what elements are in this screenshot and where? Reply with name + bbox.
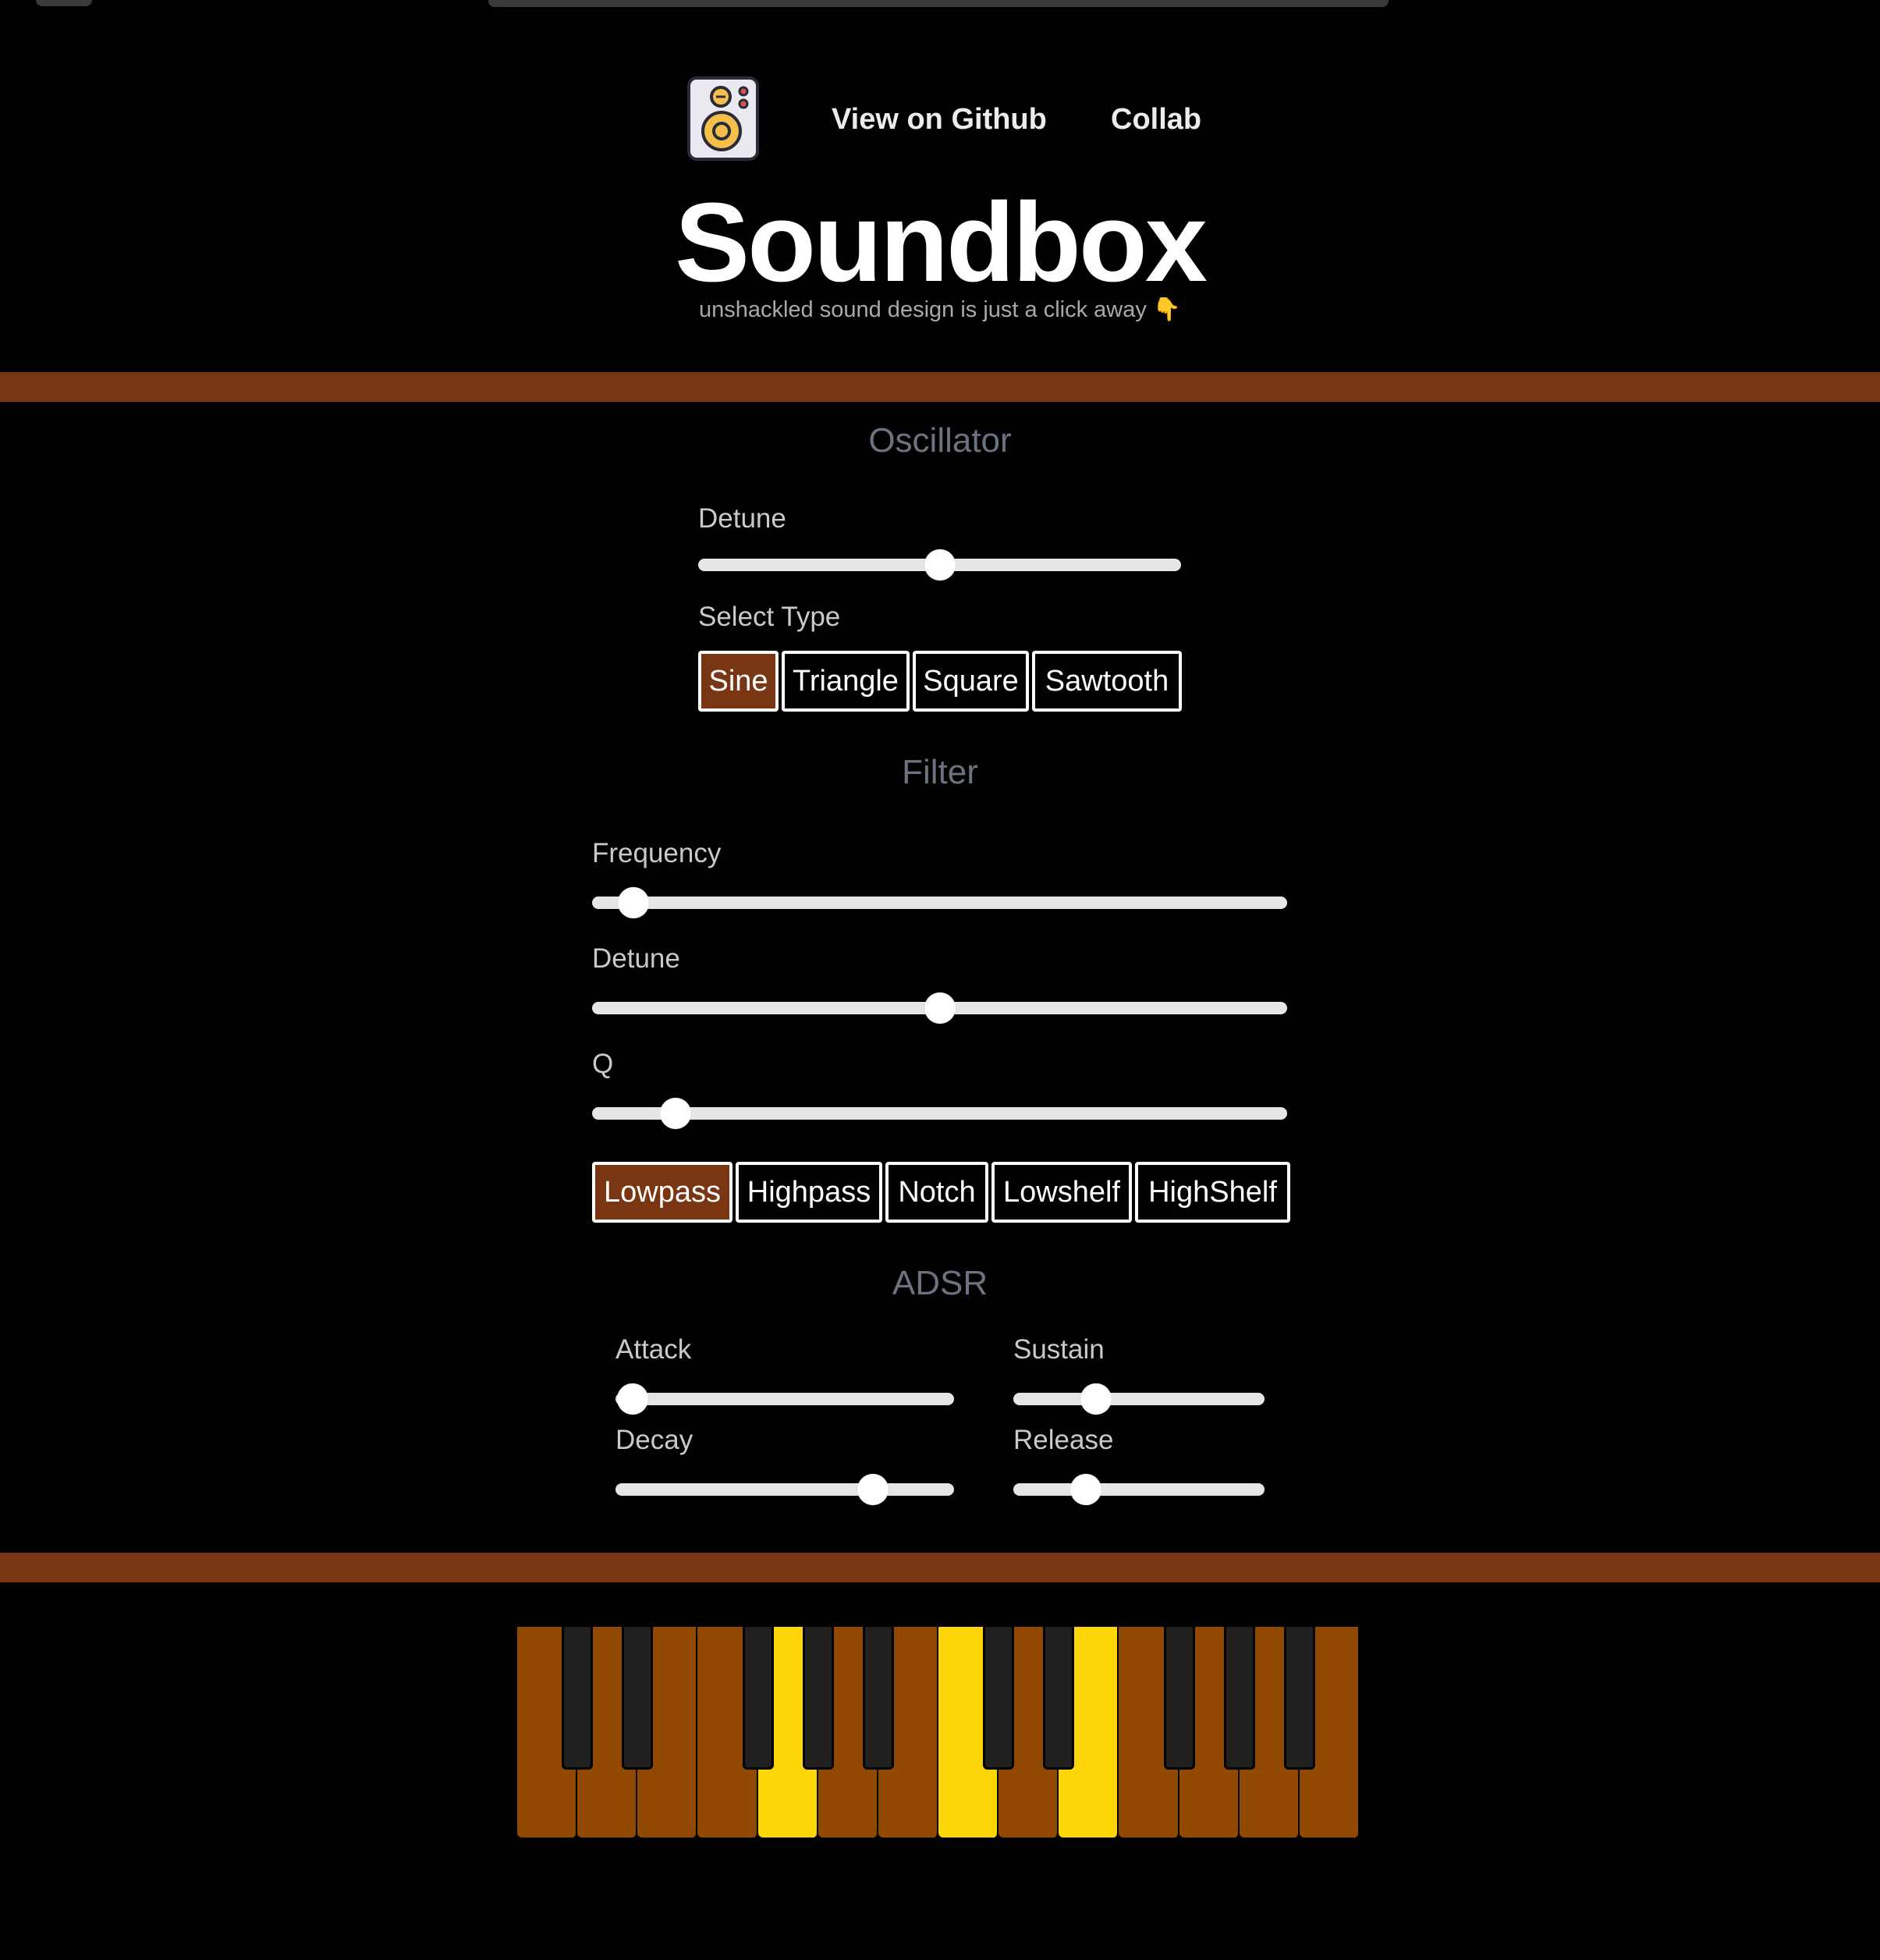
osc-type-sine-button[interactable]: Sine xyxy=(698,651,779,712)
filter-frequency-label: Frequency xyxy=(592,838,722,868)
slider-thumb[interactable] xyxy=(1080,1383,1112,1415)
slider-thumb[interactable] xyxy=(618,887,650,918)
filter-type-lowpass-button[interactable]: Lowpass xyxy=(592,1162,732,1223)
slider-thumb[interactable] xyxy=(857,1474,889,1505)
top-nav: View on Github Collab xyxy=(0,75,1880,169)
black-key[interactable] xyxy=(1163,1627,1195,1770)
divider-band xyxy=(0,1553,1880,1582)
black-key[interactable] xyxy=(802,1627,834,1770)
black-key[interactable] xyxy=(1283,1627,1315,1770)
slider-thumb[interactable] xyxy=(924,992,956,1024)
adsr-title: ADSR xyxy=(892,1264,988,1302)
sustain-slider[interactable] xyxy=(1013,1383,1265,1415)
attack-slider[interactable] xyxy=(615,1383,954,1415)
select-type-label: Select Type xyxy=(698,602,841,632)
oscillator-detune-slider[interactable] xyxy=(698,549,1181,581)
osc-type-sawtooth-button[interactable]: Sawtooth xyxy=(1032,651,1182,712)
browser-address-bar xyxy=(488,0,1389,7)
piano-keyboard xyxy=(517,1627,1360,1838)
decay-label: Decay xyxy=(615,1425,693,1455)
page-subtitle: unshackled sound design is just a click … xyxy=(698,297,1182,322)
filter-q-label: Q xyxy=(592,1049,614,1079)
filter-type-lowshelf-button[interactable]: Lowshelf xyxy=(991,1162,1132,1223)
black-key[interactable] xyxy=(862,1627,894,1770)
view-on-github-link[interactable]: View on Github xyxy=(832,103,1047,137)
black-key[interactable] xyxy=(983,1627,1015,1770)
slider-track xyxy=(615,1393,954,1405)
page-title: Soundbox xyxy=(675,179,1208,305)
black-key[interactable] xyxy=(1223,1627,1255,1770)
filter-type-highpass-button[interactable]: Highpass xyxy=(736,1162,882,1223)
filter-type-highshelf-button[interactable]: HighShelf xyxy=(1135,1162,1290,1223)
decay-slider[interactable] xyxy=(615,1473,954,1505)
browser-back-tab xyxy=(36,0,92,6)
slider-thumb[interactable] xyxy=(616,1383,648,1415)
oscillator-detune-label: Detune xyxy=(698,503,786,534)
filter-frequency-slider[interactable] xyxy=(592,886,1287,918)
filter-detune-label: Detune xyxy=(592,943,680,974)
sustain-label: Sustain xyxy=(1013,1334,1105,1365)
release-label: Release xyxy=(1013,1425,1114,1455)
filter-type-notch-button[interactable]: Notch xyxy=(885,1162,988,1223)
slider-track xyxy=(592,897,1287,909)
speaker-icon[interactable] xyxy=(686,75,761,162)
slider-track xyxy=(615,1483,954,1496)
osc-type-triangle-button[interactable]: Triangle xyxy=(782,651,910,712)
filter-type-group: Lowpass Highpass Notch Lowshelf HighShel… xyxy=(592,1162,1293,1223)
slider-thumb[interactable] xyxy=(659,1098,691,1129)
attack-label: Attack xyxy=(615,1334,692,1365)
oscillator-type-group: Sine Triangle Square Sawtooth xyxy=(698,651,1185,712)
slider-thumb[interactable] xyxy=(1070,1474,1102,1505)
release-slider[interactable] xyxy=(1013,1473,1265,1505)
slider-track xyxy=(1013,1393,1265,1405)
slider-track xyxy=(592,1107,1287,1120)
osc-type-square-button[interactable]: Square xyxy=(913,651,1029,712)
collab-link[interactable]: Collab xyxy=(1111,103,1201,137)
slider-track xyxy=(1013,1483,1265,1496)
slider-thumb[interactable] xyxy=(924,549,956,581)
black-key[interactable] xyxy=(1043,1627,1075,1770)
black-key[interactable] xyxy=(622,1627,654,1770)
divider-band xyxy=(0,372,1880,402)
filter-title: Filter xyxy=(902,753,978,791)
oscillator-title: Oscillator xyxy=(868,421,1012,460)
filter-q-slider[interactable] xyxy=(592,1097,1287,1129)
black-key[interactable] xyxy=(742,1627,774,1770)
black-key[interactable] xyxy=(562,1627,594,1770)
filter-detune-slider[interactable] xyxy=(592,992,1287,1024)
